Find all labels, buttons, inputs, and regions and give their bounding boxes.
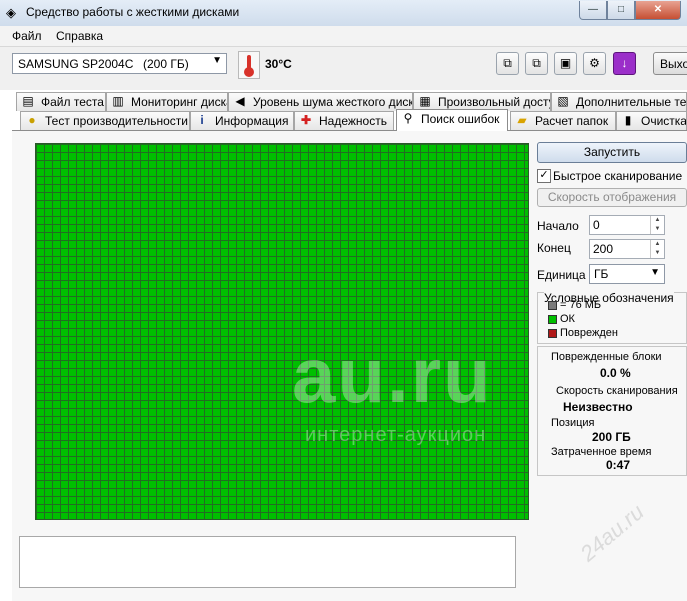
tab-performance-test[interactable]: ● Тест производительности — [20, 111, 190, 130]
legend-item: = 76 МБ — [548, 299, 601, 311]
tab-reliability[interactable]: ✚ Надежность — [294, 111, 394, 130]
tab-disk-monitoring[interactable]: ▥ Мониторинг диска — [106, 92, 228, 111]
unit-label: Единица — [537, 268, 586, 282]
legend-box: Условные обозначения = 76 МБ ОК Поврежде… — [537, 291, 687, 344]
end-field[interactable]: 200 ▲ ▼ — [589, 239, 665, 259]
legend-swatch — [548, 314, 557, 324]
random-access-icon: ▦ — [419, 94, 431, 108]
app-icon: ◈ — [6, 5, 16, 20]
log-output[interactable] — [19, 536, 516, 588]
maximize-button[interactable]: □ — [607, 1, 635, 20]
display-speed-button[interactable]: Скорость отображения — [537, 188, 687, 207]
speaker-icon: ◀ — [235, 94, 245, 108]
window-title: Средство работы с жесткими дисками — [26, 5, 240, 19]
start-button[interactable]: Запустить — [537, 142, 687, 163]
tab-row-1: ▤ Файл теста ▥ Мониторинг диска ◀ Уровен… — [0, 92, 687, 112]
drive-size: (200 ГБ) — [143, 57, 189, 71]
folder-icon: ▰ — [517, 113, 527, 127]
position-label: Позиция — [551, 417, 595, 429]
stats-box: Поврежденные блоки 0.0 % Скорость сканир… — [537, 346, 687, 476]
close-button[interactable]: ✕ — [635, 1, 681, 20]
watermark-subtitle: интернет-аукцион — [305, 424, 487, 446]
spin-arrows-icon[interactable]: ▲ ▼ — [650, 240, 664, 258]
quick-scan-checkbox[interactable]: ✓ — [537, 169, 551, 183]
document-icon: ▤ — [22, 94, 34, 108]
copy-icon[interactable]: ⧉ — [496, 52, 519, 75]
scan-speed-label: Скорость сканирования — [556, 385, 678, 397]
tab-extra-tests[interactable]: ▧ Дополнительные тесты — [551, 92, 687, 111]
elapsed-value: 0:47 — [606, 458, 631, 472]
extra-tests-icon: ▧ — [557, 94, 569, 108]
drive-select[interactable]: SAMSUNG SP2004C (200 ГБ) ▼ — [12, 53, 227, 74]
health-cross-icon: ✚ — [300, 113, 312, 127]
bulb-icon: ● — [28, 113, 36, 127]
menu-file[interactable]: Файл — [12, 29, 42, 43]
spin-arrows-icon[interactable]: ▲ ▼ — [650, 216, 664, 234]
save-icon[interactable]: ▣ — [554, 52, 577, 75]
elapsed-label: Затраченное время — [551, 446, 652, 458]
watermark-logo: au.ru — [292, 331, 493, 419]
tab-noise-level[interactable]: ◀ Уровень шума жесткого диска — [228, 92, 413, 111]
start-field-label: Начало — [537, 219, 579, 233]
tab-test-file[interactable]: ▤ Файл теста — [16, 92, 106, 111]
options-icon[interactable]: ⚙ — [583, 52, 606, 75]
toolbar: SAMSUNG SP2004C (200 ГБ) ▼ 30°C ⧉ ⧉ ▣ ⚙ … — [0, 47, 687, 90]
magnifier-icon: ⚲ — [403, 111, 413, 125]
legend-item: Поврежден — [548, 327, 618, 339]
title-bar: ◈ Средство работы с жесткими дисками — □… — [0, 0, 687, 27]
minimize-button[interactable]: — — [579, 1, 607, 20]
position-value: 200 ГБ — [592, 430, 631, 444]
damaged-label: Поврежденные блоки — [551, 351, 662, 363]
legend-swatch — [548, 328, 557, 338]
info-icon: i — [200, 113, 204, 127]
legend-item: ОК — [548, 313, 575, 325]
chevron-down-icon: ▼ — [650, 267, 660, 278]
menu-bar: Файл Справка — [0, 26, 687, 47]
tab-folder-calc[interactable]: ▰ Расчет папок — [510, 111, 616, 130]
thermometer-icon — [238, 51, 260, 79]
trash-icon: ▮ — [624, 113, 632, 127]
menu-help[interactable]: Справка — [56, 29, 103, 43]
tab-cleanup[interactable]: ▮ Очистка — [616, 111, 687, 130]
temperature-value: 30°C — [265, 57, 292, 71]
damaged-value: 0.0 % — [600, 366, 631, 380]
tab-error-scan[interactable]: ⚲ Поиск ошибок — [396, 109, 508, 131]
legend-swatch — [548, 300, 557, 310]
quick-scan-label: Быстрое сканирование — [553, 169, 683, 183]
chart-icon: ▥ — [112, 94, 124, 108]
exit-button[interactable]: Выхо — [653, 52, 687, 75]
end-field-label: Конец — [537, 241, 571, 255]
tab-row-2: ● Тест производительности i Информация ✚… — [0, 109, 687, 131]
chevron-down-icon: ▼ — [212, 55, 222, 66]
tab-information[interactable]: i Информация — [190, 111, 294, 130]
window-controls: — □ ✕ — [579, 1, 681, 20]
start-field[interactable]: 0 ▲ ▼ — [589, 215, 665, 235]
copy-green-icon[interactable]: ⧉ — [525, 52, 548, 75]
scan-speed-value: Неизвестно — [563, 400, 633, 414]
download-icon[interactable]: ↓ — [613, 52, 636, 75]
unit-select[interactable]: ГБ ▼ — [589, 264, 665, 284]
drive-name: SAMSUNG SP2004C — [18, 57, 134, 71]
